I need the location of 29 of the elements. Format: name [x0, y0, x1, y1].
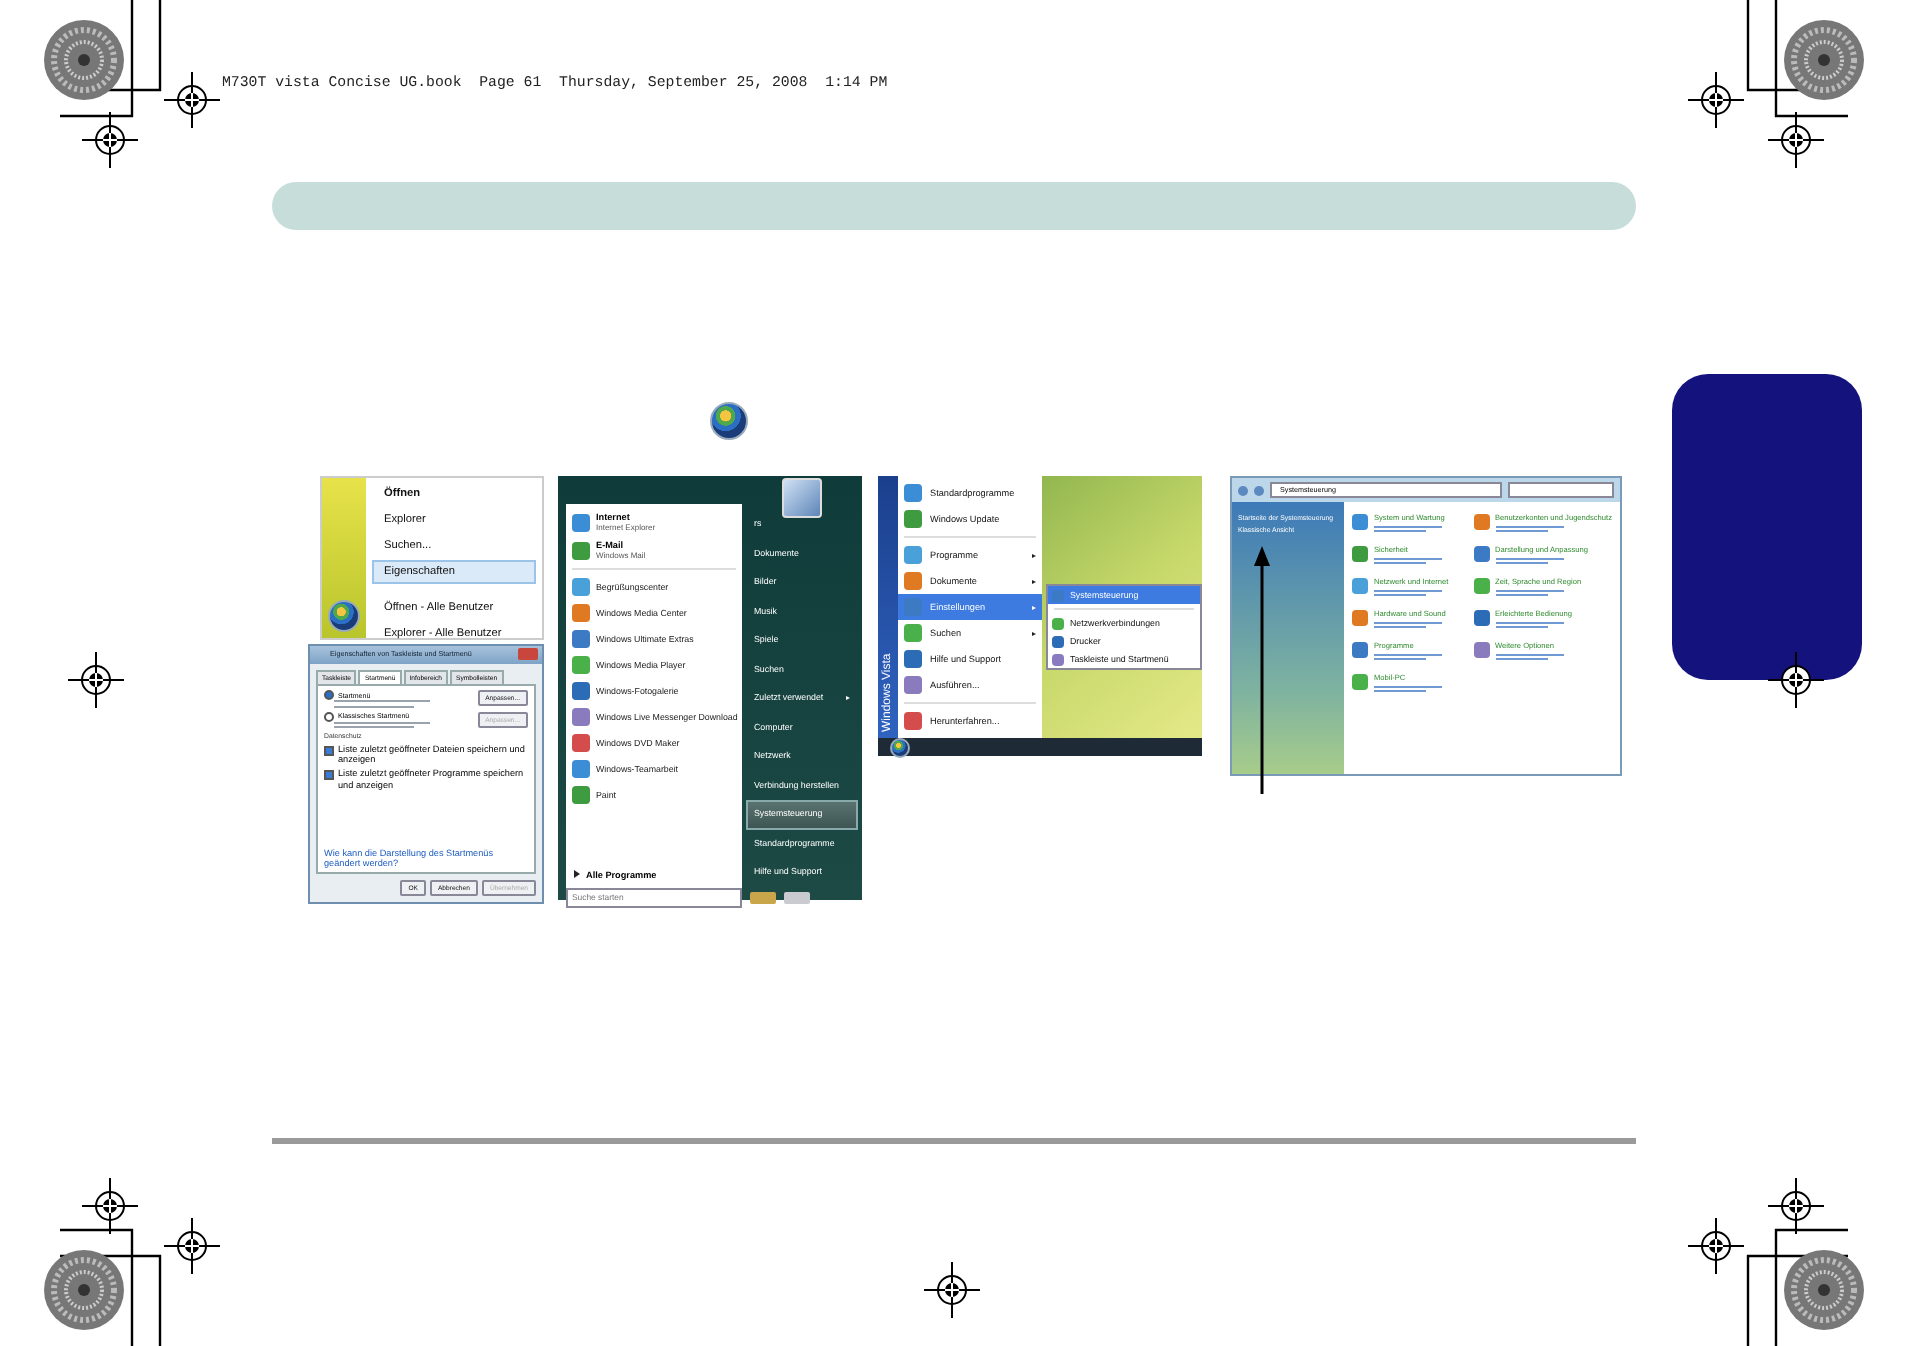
color-wheel-icon [44, 20, 124, 100]
lock-button[interactable] [784, 891, 810, 903]
start-orb-icon [890, 737, 910, 757]
checkbox[interactable] [324, 770, 334, 781]
registration-mark-icon [68, 652, 124, 708]
radio-button[interactable] [324, 690, 334, 700]
registration-mark-icon [164, 1218, 220, 1274]
registration-mark-icon [1768, 112, 1824, 168]
registration-mark-icon [1688, 72, 1744, 128]
user-picture-icon [782, 478, 822, 518]
forward-icon[interactable] [1254, 485, 1264, 495]
arrow-icon [574, 870, 580, 878]
registration-mark-icon [1688, 1218, 1744, 1274]
app-icon [1052, 589, 1064, 601]
color-wheel-icon [1784, 1250, 1864, 1330]
start-orb-icon [328, 600, 360, 632]
registration-mark-icon [82, 112, 138, 168]
checkbox[interactable] [324, 746, 334, 756]
registration-mark-icon [1768, 1178, 1824, 1234]
color-wheel-icon [1784, 20, 1864, 100]
registration-mark-icon [924, 1262, 980, 1318]
registration-mark-icon [82, 1178, 138, 1234]
start-orb-icon [710, 402, 748, 440]
registration-mark-icon [1768, 652, 1824, 708]
power-button[interactable] [750, 891, 776, 903]
registration-mark-icon [164, 72, 220, 128]
search-field[interactable] [1508, 482, 1614, 498]
back-icon[interactable] [1238, 485, 1248, 495]
color-wheel-icon [44, 1250, 124, 1330]
